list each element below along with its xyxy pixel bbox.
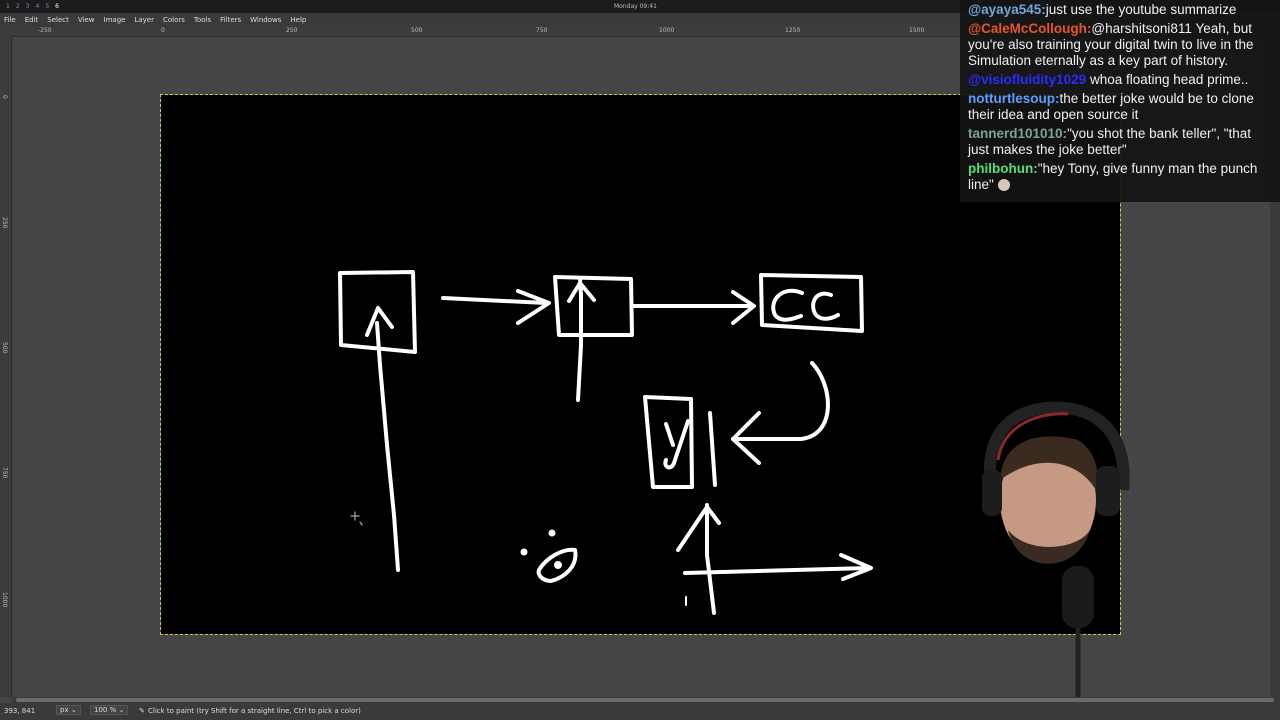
webcam-overlay	[982, 401, 1130, 720]
sketch-letter-c-1	[771, 288, 804, 322]
sketch-letter-y	[663, 419, 690, 470]
menu-view[interactable]: View	[78, 16, 95, 24]
status-hint: Click to paint (try Shift for a straight…	[148, 707, 361, 715]
sketch-dot-1	[520, 548, 528, 556]
ruler-tick: 1500	[909, 27, 925, 34]
vertical-ruler[interactable]: 0 250 500 750 1000	[0, 37, 12, 697]
menu-layer[interactable]: Layer	[134, 16, 154, 24]
chevron-down-icon: ⌄	[118, 706, 125, 714]
chevron-down-icon: ⌄	[70, 706, 77, 714]
sketch-dot-3	[554, 561, 562, 569]
ruler-tick: 1000	[1, 592, 8, 608]
menu-tools[interactable]: Tools	[194, 16, 211, 24]
sketch-arrow-up-2	[567, 277, 596, 402]
chat-text: just use the youtube summarize	[1045, 2, 1237, 17]
menu-windows[interactable]: Windows	[250, 16, 281, 24]
sketch-axis-horizontal	[683, 553, 873, 581]
workspace-3[interactable]: 3	[26, 3, 30, 10]
ruler-corner[interactable]	[0, 26, 12, 37]
chat-username: notturtlesoup:	[968, 91, 1060, 106]
menu-edit[interactable]: Edit	[25, 16, 39, 24]
sketch-letter-c-2	[811, 291, 840, 321]
sketch-axis-vertical	[676, 503, 721, 615]
ruler-tick: 1250	[785, 27, 801, 34]
statusbar: 393, 841 px ⌄ 100 % ⌄ ✎ Click to paint (…	[0, 703, 1280, 720]
workspace-5[interactable]: 5	[45, 3, 49, 10]
ruler-tick: 0	[161, 27, 165, 34]
workspace-4[interactable]: 4	[35, 3, 39, 10]
ruler-tick: 250	[1, 217, 8, 229]
chat-message: tannerd101010:"you shot the bank teller"…	[968, 126, 1272, 158]
gimp-window: 1 2 3 4 5 6 Monday 09:41 File Edit Selec…	[0, 0, 1280, 720]
zoom-select[interactable]: 100 % ⌄	[90, 705, 129, 715]
menu-file[interactable]: File	[4, 16, 16, 24]
scrollbar-thumb[interactable]	[16, 698, 1274, 702]
chat-username: @visiofluidity1029	[968, 72, 1087, 87]
sketch-box-y	[643, 395, 694, 489]
sketch-arrow-right-2	[632, 290, 756, 325]
chat-message: notturtlesoup:the better joke would be t…	[968, 91, 1272, 123]
sketch-curve-arrow	[731, 361, 830, 465]
chat-username: philbohun:	[968, 161, 1038, 176]
ruler-tick: 500	[411, 27, 423, 34]
ruler-tick: 250	[286, 27, 298, 34]
menu-help[interactable]: Help	[290, 16, 306, 24]
menu-image[interactable]: Image	[104, 16, 126, 24]
zoom-value: 100 %	[94, 706, 117, 714]
ruler-tick: 500	[1, 342, 8, 354]
workspace-switcher[interactable]: 1 2 3 4 5 6	[6, 3, 59, 10]
headphone-cup-right	[1096, 466, 1120, 516]
ruler-tick: 750	[1, 467, 8, 479]
sketch-box-2	[553, 275, 634, 337]
emote-icon	[997, 179, 1010, 192]
chat-message: philbohun:"hey Tony, give funny man the …	[968, 161, 1272, 193]
pointer-coordinates: 393, 841	[4, 707, 36, 715]
sketch-bar	[708, 411, 717, 487]
chat-message: @ayaya545:just use the youtube summarize	[968, 2, 1272, 18]
unit-value: px	[60, 706, 69, 714]
brush-cursor-icon	[350, 511, 363, 526]
paintbrush-icon: ✎	[139, 707, 145, 715]
sketch-arrow-right-1	[441, 289, 551, 325]
ruler-tick: 0	[1, 95, 8, 99]
menu-colors[interactable]: Colors	[163, 16, 185, 24]
chat-username: @CaleMcCollough:	[968, 21, 1092, 36]
clock: Monday 09:41	[614, 3, 657, 10]
chat-message: @visiofluidity1029 whoa floating head pr…	[968, 72, 1272, 88]
workspace-2[interactable]: 2	[16, 3, 20, 10]
workspace-1[interactable]: 1	[6, 3, 10, 10]
ruler-tick: 750	[536, 27, 548, 34]
microphone	[1062, 566, 1094, 628]
ruler-tick: 1000	[659, 27, 675, 34]
sketch-dot-2	[548, 529, 556, 537]
ruler-tick: -250	[38, 27, 52, 34]
unit-select[interactable]: px ⌄	[56, 705, 81, 715]
chat-overlay: @ayaya545:just use the youtube summarize…	[960, 0, 1280, 202]
chat-username: tannerd101010:	[968, 126, 1068, 141]
workspace-6[interactable]: 6	[55, 3, 59, 10]
chat-username: @ayaya545:	[968, 2, 1046, 17]
headphone-cup-left	[982, 470, 1002, 516]
menu-filters[interactable]: Filters	[220, 16, 241, 24]
chat-text: whoa floating head prime..	[1089, 72, 1249, 87]
chat-message: @CaleMcCollough:@harshitsoni811 Yeah, bu…	[968, 21, 1272, 69]
menu-select[interactable]: Select	[47, 16, 69, 24]
